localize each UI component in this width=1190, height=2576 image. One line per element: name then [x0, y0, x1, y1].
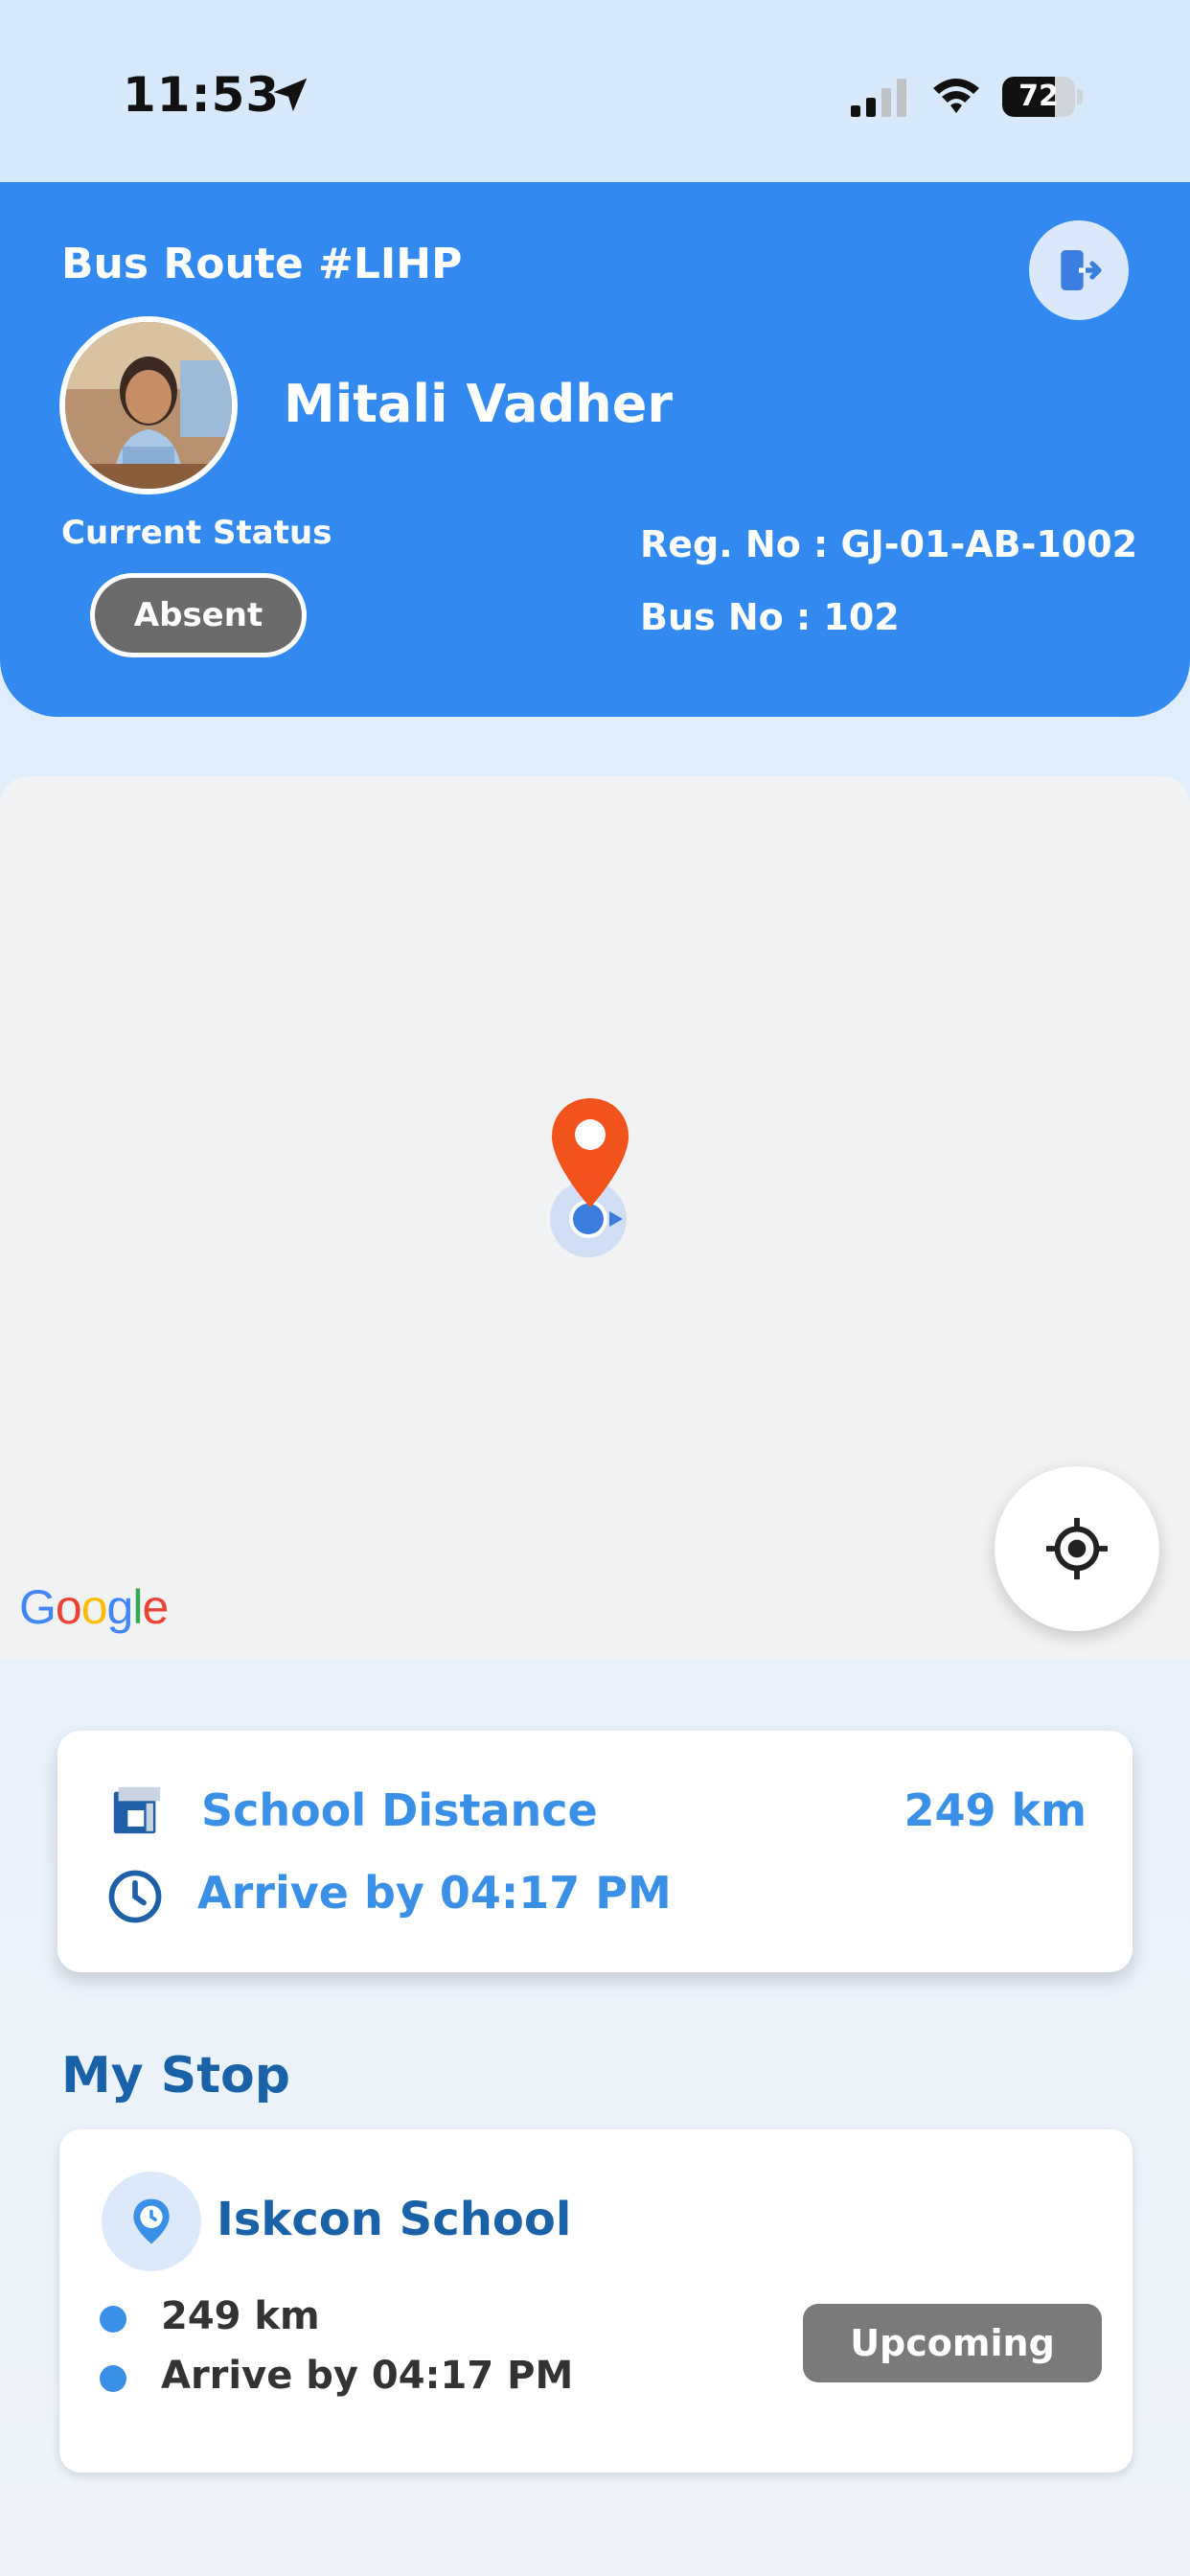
- battery-percentage: 72: [1018, 80, 1059, 113]
- stop-distance: 249 km: [161, 2294, 320, 2338]
- school-distance-card: School Distance 249 km Arrive by 04:17 P…: [57, 1731, 1133, 1972]
- wifi-icon: [933, 79, 979, 113]
- school-distance-value: 249 km: [904, 1784, 1087, 1836]
- my-stop-card[interactable]: Iskcon School 249 km Arrive by 04:17 PM …: [59, 2129, 1133, 2472]
- student-avatar: [59, 316, 238, 494]
- map-view[interactable]: Google: [0, 776, 1190, 1658]
- location-arrow-icon: [273, 78, 308, 112]
- stop-name: Iskcon School: [217, 2193, 572, 2246]
- school-building-icon: [113, 1786, 161, 1834]
- upcoming-status-badge: Upcoming: [803, 2304, 1102, 2382]
- logout-icon: [1061, 250, 1102, 290]
- google-logo: Google: [19, 1580, 169, 1634]
- my-stop-heading: My Stop: [61, 2047, 291, 2104]
- current-status-label: Current Status: [61, 514, 332, 552]
- battery-icon: 72: [1002, 77, 1083, 117]
- clock-icon: [108, 1870, 162, 1923]
- logout-button[interactable]: [1029, 220, 1129, 320]
- location-clock-icon: [133, 2198, 170, 2244]
- stop-arrival-time: Arrive by 04:17 PM: [161, 2354, 574, 2398]
- route-header-card: Bus Route #LIHP Mitali Vadher Current St…: [0, 182, 1190, 717]
- stop-icon-badge: [102, 2172, 201, 2271]
- cellular-signal-icon: [851, 79, 906, 117]
- status-badge: Absent: [90, 573, 307, 657]
- registration-number: Reg. No : GJ-01-AB-1002: [640, 523, 1138, 565]
- status-bar: 11:53 72: [0, 0, 1190, 182]
- recenter-location-button[interactable]: [995, 1466, 1159, 1631]
- arrival-time: Arrive by 04:17 PM: [197, 1867, 672, 1919]
- gps-crosshair-icon: [1045, 1517, 1109, 1580]
- route-title: Bus Route #LIHP: [61, 240, 463, 288]
- clock-time: 11:53: [123, 67, 281, 123]
- bullet-dot: [100, 2306, 126, 2333]
- school-distance-label: School Distance: [201, 1784, 598, 1836]
- bus-number: Bus No : 102: [640, 596, 900, 638]
- bullet-dot: [100, 2365, 126, 2392]
- student-name: Mitali Vadher: [284, 374, 673, 434]
- map-pin-icon: [552, 1098, 629, 1208]
